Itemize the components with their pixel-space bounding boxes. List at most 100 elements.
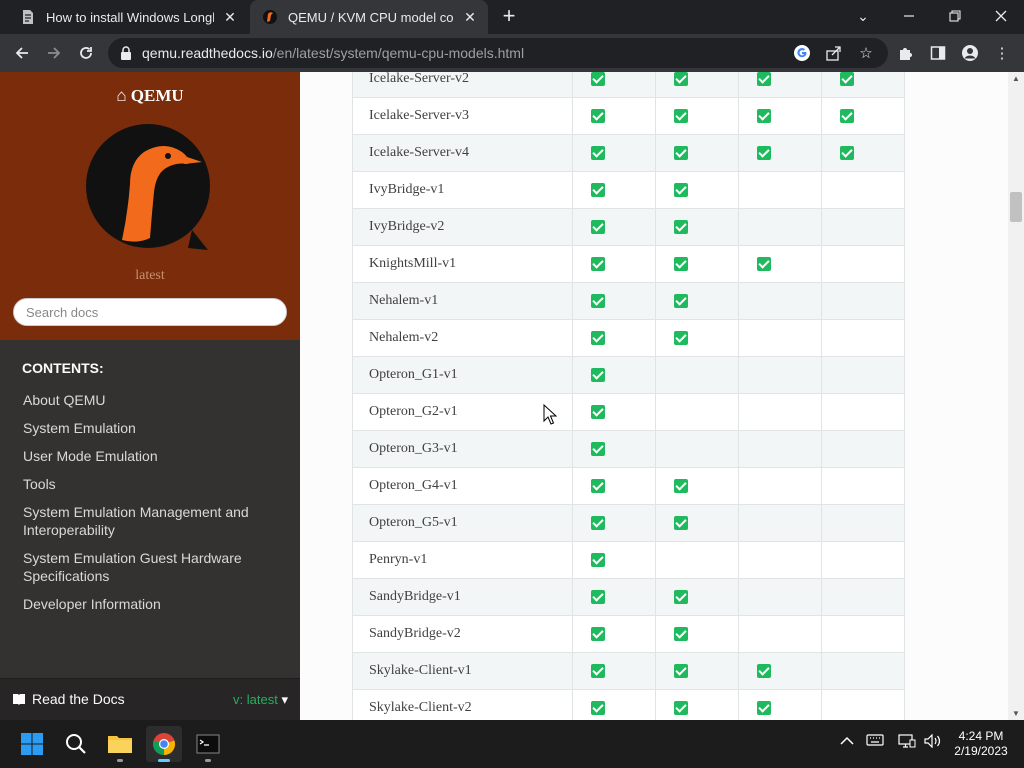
nav-item-management-interoperability[interactable]: System Emulation Management and Interope… <box>0 498 300 544</box>
nav-item-developer-information[interactable]: Developer Information <box>0 590 300 618</box>
checkmark-icon <box>591 367 605 382</box>
scroll-up-arrow-icon[interactable]: ▲ <box>1011 74 1021 83</box>
document-favicon-icon <box>23 10 33 24</box>
cpu-model-name: IvyBridge-v2 <box>352 208 573 246</box>
terminal-button[interactable] <box>190 726 226 762</box>
chrome-button[interactable] <box>146 726 182 762</box>
search-icon <box>66 734 86 754</box>
checkmark-icon <box>591 589 605 604</box>
browser-toolbar: qemu.readthedocs.io/en/latest/system/qem… <box>0 34 1024 72</box>
extensions-puzzle-icon[interactable] <box>896 43 916 63</box>
tab-search-chevron-icon[interactable]: ⌄ <box>841 0 885 32</box>
show-hidden-icons-chevron-icon[interactable] <box>840 734 854 749</box>
cpu-model-name: Icelake-Server-v4 <box>352 134 573 172</box>
support-cell <box>738 430 822 468</box>
nav-item-user-mode-emulation[interactable]: User Mode Emulation <box>0 442 300 470</box>
browser-menu-icon[interactable]: ⋮ <box>992 43 1012 63</box>
page-scrollbar[interactable]: ▲ ▼ <box>1008 72 1024 720</box>
windows-logo-icon <box>21 733 43 755</box>
checkmark-icon <box>591 293 605 308</box>
support-cell <box>738 541 822 579</box>
support-cell <box>655 393 739 431</box>
restore-button[interactable] <box>933 0 977 32</box>
share-icon[interactable] <box>824 43 844 63</box>
checkmark-icon <box>591 330 605 345</box>
side-panel-icon[interactable] <box>928 43 948 63</box>
minimize-button[interactable] <box>887 0 931 32</box>
forward-arrow-icon[interactable] <box>42 41 66 65</box>
address-bar[interactable]: qemu.readthedocs.io/en/latest/system/qem… <box>108 38 888 68</box>
nav-item-system-emulation[interactable]: System Emulation <box>0 414 300 442</box>
close-window-button[interactable] <box>979 0 1023 32</box>
checkmark-icon <box>674 663 688 678</box>
bookmark-star-icon[interactable]: ☆ <box>856 43 876 63</box>
checkmark-icon <box>591 404 605 419</box>
qemu-logo[interactable] <box>84 122 216 254</box>
support-cell <box>572 541 656 579</box>
cpu-model-name: Skylake-Client-v1 <box>352 652 573 690</box>
system-clock[interactable]: 4:24 PM 2/19/2023 <box>948 729 1014 759</box>
checkmark-icon <box>591 626 605 641</box>
table-row: Opteron_G5-v1 <box>352 504 905 542</box>
table-row: Icelake-Server-v2 <box>352 72 905 98</box>
tab-qemu-cpu-models[interactable]: QEMU / KVM CPU model configuration ✕ <box>250 0 488 34</box>
support-cell <box>821 467 905 505</box>
qemu-favicon-icon <box>263 10 277 24</box>
support-cell <box>738 72 822 98</box>
search-docs-input[interactable] <box>13 298 287 326</box>
checkmark-icon <box>674 478 688 493</box>
nav-item-tools[interactable]: Tools <box>0 470 300 498</box>
read-the-docs-footer[interactable]: Read the Docs v: latest ▾ <box>0 678 300 720</box>
version-selector[interactable]: v: latest ▾ <box>233 692 288 708</box>
checkmark-icon <box>674 700 688 715</box>
support-cell <box>821 72 905 98</box>
support-cell <box>655 282 739 320</box>
file-explorer-button[interactable] <box>102 726 138 762</box>
profile-avatar-icon[interactable] <box>960 43 980 63</box>
support-cell <box>572 356 656 394</box>
checkmark-icon <box>591 108 605 123</box>
network-icon[interactable] <box>898 734 916 751</box>
table-row: Opteron_G3-v1 <box>352 430 905 468</box>
url-text: qemu.readthedocs.io/en/latest/system/qem… <box>142 45 524 61</box>
support-cell <box>655 578 739 616</box>
checkmark-icon <box>674 145 688 160</box>
nav-item-about-qemu[interactable]: About QEMU <box>0 386 300 414</box>
scroll-down-arrow-icon[interactable]: ▼ <box>1011 709 1021 718</box>
checkmark-icon <box>757 145 771 160</box>
support-cell <box>572 467 656 505</box>
support-cell <box>655 171 739 209</box>
tab-windows-longhorn[interactable]: How to install Windows Longhorn ✕ <box>8 0 248 34</box>
new-tab-button[interactable]: + <box>498 5 520 27</box>
sidebar-header: ⌂ QEMU latest <box>0 72 300 340</box>
checkmark-icon <box>674 219 688 234</box>
support-cell <box>572 208 656 246</box>
support-cell <box>738 393 822 431</box>
close-tab-icon[interactable]: ✕ <box>462 9 478 25</box>
search-button[interactable] <box>58 726 94 762</box>
support-cell <box>821 134 905 172</box>
cpu-table-body: Icelake-Server-v2 Icelake-Server-v3 Icelak… <box>352 72 905 720</box>
support-cell <box>738 208 822 246</box>
start-button[interactable] <box>14 726 50 762</box>
tab-title: How to install Windows Longhorn <box>46 9 214 25</box>
rtd-label: Read the Docs <box>32 691 125 707</box>
close-tab-icon[interactable]: ✕ <box>222 9 238 25</box>
scrollbar-thumb[interactable] <box>1010 192 1022 222</box>
keyboard-icon[interactable] <box>866 734 884 749</box>
checkmark-icon <box>591 72 605 86</box>
back-arrow-icon[interactable] <box>10 41 34 65</box>
reload-icon[interactable] <box>74 41 98 65</box>
support-cell <box>572 134 656 172</box>
support-cell <box>738 245 822 283</box>
google-lens-icon[interactable] <box>792 43 812 63</box>
volume-icon[interactable] <box>924 733 942 751</box>
cpu-model-name: KnightsMill-v1 <box>352 245 573 283</box>
nav-item-guest-hardware-specs[interactable]: System Emulation Guest Hardware Specific… <box>0 544 300 590</box>
caret-down-icon: ▾ <box>281 692 288 707</box>
support-cell <box>655 72 739 98</box>
cpu-model-name: Opteron_G4-v1 <box>352 467 573 505</box>
project-home-link[interactable]: ⌂ QEMU <box>0 86 300 106</box>
support-cell <box>738 578 822 616</box>
support-cell <box>738 504 822 542</box>
